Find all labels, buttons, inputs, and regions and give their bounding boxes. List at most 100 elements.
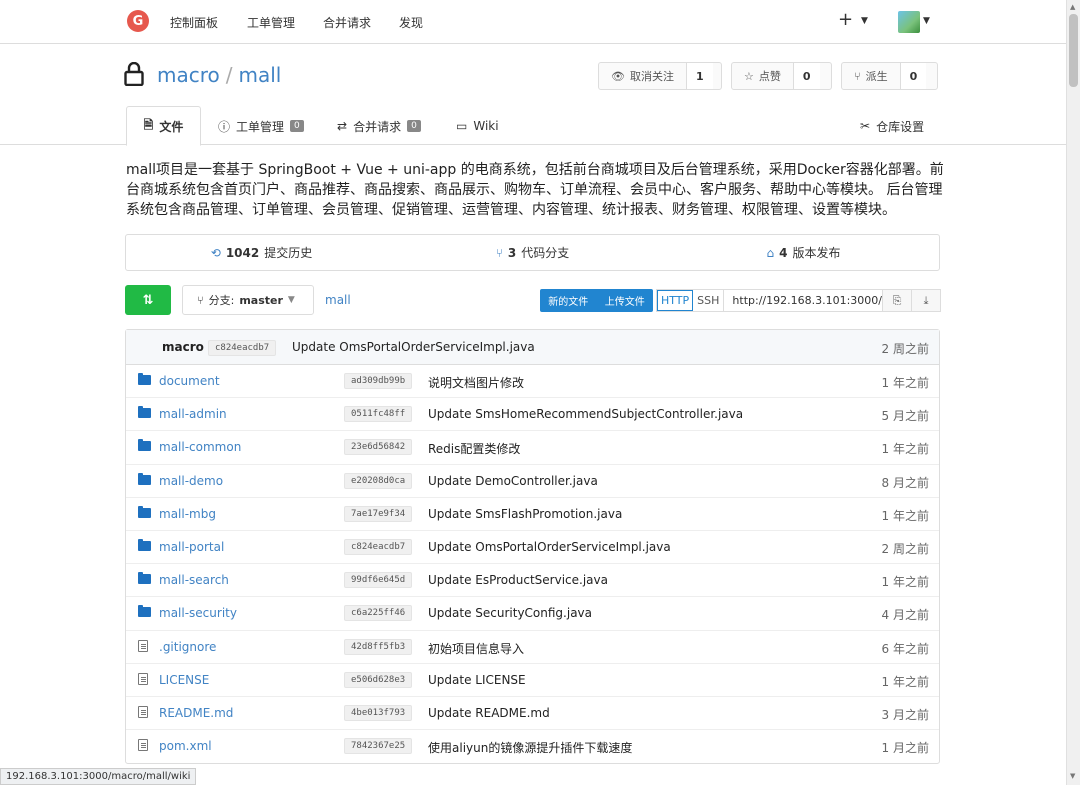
nav-issues[interactable]: 工单管理 (247, 14, 295, 31)
file-commit-message[interactable]: Update SmsHomeRecommendSubjectController… (428, 407, 743, 421)
file-commit-message[interactable]: Update LICENSE (428, 673, 526, 687)
file-commit-sha[interactable]: c824eacdb7 (344, 538, 413, 555)
nav-dashboard[interactable]: 控制面板 (170, 14, 218, 31)
file-commit-message[interactable]: 使用aliyun的镜像源提升插件下载速度 (428, 739, 632, 756)
releases-link[interactable]: ⌂ 4 版本发布 (668, 244, 939, 261)
gitea-logo-icon[interactable]: G (127, 10, 149, 32)
folder-icon (138, 505, 151, 518)
file-name-link[interactable]: mall-demo (159, 474, 223, 488)
file-name-link[interactable]: LICENSE (159, 673, 209, 687)
download-icon[interactable]: ⤓ (911, 290, 940, 311)
tab-issues[interactable]: ⓘ 工单管理 0 (218, 106, 304, 146)
file-commit-sha[interactable]: ad309db99b (344, 373, 413, 389)
file-commit-message[interactable]: Update SecurityConfig.java (428, 606, 592, 620)
fork-button[interactable]: ⑂ 派生 0 (841, 62, 938, 90)
file-commit-message[interactable]: Update SmsFlashPromotion.java (428, 507, 622, 521)
file-commit-message[interactable]: Update EsProductService.java (428, 573, 608, 587)
tab-files[interactable]: 🗎 文件 (126, 106, 201, 146)
file-name-link[interactable]: .gitignore (159, 640, 216, 654)
file-row: mall-portal c824eacdb7 Update OmsPortalOrd… (126, 531, 939, 565)
file-commit-time: 1 年之前 (881, 376, 929, 390)
file-commit-sha[interactable]: 7842367e25 (344, 738, 413, 755)
file-commit-sha[interactable]: 7ae17e9f34 (344, 505, 413, 522)
fork-icon: ⑂ (854, 69, 861, 83)
file-commit-sha[interactable]: 4be013f793 (344, 704, 413, 721)
scroll-down-arrow-icon[interactable]: ▼ (1070, 772, 1075, 780)
branch-icon: ⑂ (197, 293, 204, 307)
compare-icon: ⇅ (142, 292, 154, 308)
upload-file-button[interactable]: 上传文件 (605, 293, 645, 308)
file-commit-sha[interactable]: e506d628e3 (344, 671, 413, 688)
file-row: mall-search 99df6e645d Update EsProductSer… (126, 564, 939, 598)
commit-message[interactable]: Update OmsPortalOrderServiceImpl.java (292, 340, 535, 354)
file-name-link[interactable]: README.md (159, 706, 233, 720)
file-commit-message[interactable]: Update OmsPortalOrderServiceImpl.java (428, 540, 671, 554)
file-commit-message[interactable]: Redis配置类修改 (428, 440, 520, 457)
path-separator: / (225, 63, 233, 87)
star-count[interactable]: 0 (793, 63, 820, 89)
commit-author[interactable]: macro (162, 340, 204, 354)
commits-label: 提交历史 (264, 246, 313, 260)
breadcrumb-root[interactable]: mall (325, 293, 351, 307)
tab-settings[interactable]: ✂ 仓库设置 (860, 106, 924, 146)
folder-icon (138, 605, 151, 618)
file-name-link[interactable]: mall-security (159, 606, 237, 620)
file-commit-message[interactable]: Update DemoController.java (428, 474, 598, 488)
tab-issues-label: 工单管理 (236, 119, 285, 134)
file-row: mall-demo e20208d0ca Update DemoController… (126, 465, 939, 498)
scroll-up-arrow-icon[interactable]: ▲ (1070, 3, 1075, 11)
releases-count: 4 (779, 245, 788, 260)
copy-icon[interactable]: ⎘ (882, 290, 911, 311)
file-icon (138, 639, 148, 653)
file-name-link[interactable]: mall-portal (159, 540, 224, 554)
browser-status-bar: 192.168.3.101:3000/macro/mall/wiki (0, 768, 197, 785)
file-name-link[interactable]: document (159, 374, 220, 388)
new-file-button[interactable]: 新的文件 (548, 293, 588, 308)
file-name-link[interactable]: pom.xml (159, 739, 212, 753)
file-name-link[interactable]: mall-search (159, 573, 229, 587)
user-avatar[interactable] (898, 11, 920, 33)
compare-button[interactable]: ⇅ (125, 285, 171, 315)
file-commit-sha[interactable]: 23e6d56842 (344, 439, 413, 456)
tab-wiki[interactable]: ▭ Wiki (456, 106, 499, 146)
file-commit-sha[interactable]: c6a225ff46 (344, 605, 413, 622)
create-new-button[interactable]: + (838, 9, 853, 30)
http-clone-button[interactable]: HTTP (657, 290, 694, 311)
file-row: README.md 4be013f793 Update README.md 3 月之前 (126, 697, 939, 731)
branch-dropdown[interactable]: ⑂ 分支: master ▼ (182, 285, 314, 315)
page-scrollbar[interactable]: ▲ ▼ (1066, 0, 1080, 785)
file-commit-sha[interactable]: 0511fc48ff (344, 406, 413, 423)
nav-explore[interactable]: 发现 (399, 14, 423, 31)
file-name-link[interactable]: mall-admin (159, 407, 227, 421)
ssh-clone-button[interactable]: SSH (693, 290, 725, 311)
file-commit-sha[interactable]: 42d8ff5fb3 (344, 638, 413, 655)
file-commit-message[interactable]: 说明文档图片修改 (428, 374, 524, 391)
nav-pulls[interactable]: 合并请求 (323, 14, 371, 31)
file-commit-time: 5 月之前 (881, 409, 929, 424)
file-commit-message[interactable]: Update README.md (428, 706, 550, 720)
repo-name-link[interactable]: mall (239, 63, 282, 87)
tab-pulls[interactable]: ⇄ 合并请求 0 (337, 106, 421, 146)
watch-button[interactable]: 👁 取消关注 1 (598, 62, 722, 90)
scroll-thumb[interactable] (1069, 14, 1078, 87)
file-row: document ad309db99b 说明文档图片修改 1 年之前 (126, 365, 939, 399)
history-icon: ⟲ (210, 245, 221, 260)
file-row: .gitignore 42d8ff5fb3 初始项目信息导入 6 年之前 (126, 631, 939, 664)
pulls-count-badge: 0 (407, 120, 421, 132)
commits-link[interactable]: ⟲ 1042 提交历史 (126, 244, 397, 261)
watch-count[interactable]: 1 (686, 63, 713, 89)
star-button[interactable]: ☆ 点赞 0 (731, 62, 832, 90)
file-commit-sha[interactable]: 99df6e645d (344, 572, 413, 589)
chevron-down-icon: ▼ (287, 295, 295, 305)
fork-count[interactable]: 0 (900, 63, 927, 89)
clone-url-input[interactable]: http://192.168.3.101:3000/macro/mall.git (724, 290, 882, 311)
file-commit-message[interactable]: 初始项目信息导入 (428, 640, 524, 657)
file-name-link[interactable]: mall-mbg (159, 507, 216, 521)
commit-sha[interactable]: c824eacdb7 (208, 340, 277, 356)
repo-owner-link[interactable]: macro (157, 63, 220, 87)
file-name-link[interactable]: mall-common (159, 440, 241, 454)
chevron-down-icon[interactable]: ▼ (923, 16, 930, 26)
file-commit-sha[interactable]: e20208d0ca (344, 472, 413, 489)
branches-link[interactable]: ⑂ 3 代码分支 (397, 244, 668, 261)
chevron-down-icon[interactable]: ▼ (861, 16, 868, 26)
